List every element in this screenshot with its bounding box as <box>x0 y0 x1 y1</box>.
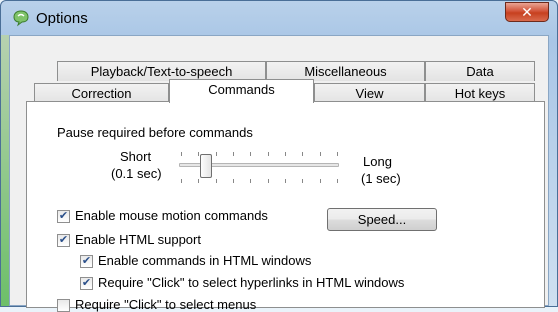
tab-miscellaneous[interactable]: Miscellaneous <box>266 61 425 81</box>
slider-tick <box>320 152 321 156</box>
speech-bubble-icon <box>13 10 29 27</box>
tab-hot-keys[interactable]: Hot keys <box>425 83 535 103</box>
short-value: (0.1 sec) <box>111 166 162 181</box>
slider-tick <box>250 152 251 156</box>
pause-label: Pause required before commands <box>57 125 253 140</box>
slider-tick <box>337 152 338 156</box>
slider-tick <box>198 179 199 183</box>
checkmark-icon: ✔ <box>81 277 92 289</box>
close-button[interactable]: ✕ <box>505 2 549 22</box>
checkmark-icon: ✔ <box>58 210 69 222</box>
checkmark-icon: ✔ <box>81 255 92 267</box>
tab-view[interactable]: View <box>314 83 425 103</box>
options-window: Options ✕ Playback/Text-to-speech Miscel… <box>0 0 558 312</box>
tab-data[interactable]: Data <box>425 61 535 81</box>
checkbox-html-support[interactable]: ✔ <box>57 234 70 247</box>
tab-commands[interactable]: Commands <box>169 79 314 103</box>
slider-tick <box>320 179 321 183</box>
tab-correction[interactable]: Correction <box>34 83 169 103</box>
long-label: Long <box>363 154 392 169</box>
checkbox-mouse-motion[interactable]: ✔ <box>57 210 70 223</box>
checkbox-require-click-menus[interactable] <box>57 299 70 312</box>
slider-tick <box>268 152 269 156</box>
slider-tick <box>302 179 303 183</box>
slider-tick <box>268 179 269 183</box>
checkbox-require-click-hyperlinks[interactable]: ✔ <box>80 277 93 290</box>
short-label: Short <box>120 149 152 164</box>
tab-playback-text-to-speech[interactable]: Playback/Text-to-speech <box>57 61 266 81</box>
speed-button[interactable]: Speed... <box>327 208 437 231</box>
label-require-click-menus: Require "Click" to select menus <box>75 297 257 312</box>
slider-tick <box>337 179 338 183</box>
slider-tick <box>285 179 286 183</box>
slider-tick <box>233 152 234 156</box>
window-border-strip <box>1 35 9 306</box>
slider-tick <box>233 179 234 183</box>
title-bar[interactable]: Options ✕ <box>1 1 557 35</box>
slider-tick <box>181 179 182 183</box>
slider-tick <box>181 152 182 156</box>
slider-tick <box>250 179 251 183</box>
label-commands-in-html: Enable commands in HTML windows <box>98 253 312 268</box>
slider-tick <box>198 152 199 156</box>
close-icon: ✕ <box>521 3 533 20</box>
slider-thumb[interactable] <box>200 154 212 178</box>
slider-tick <box>216 179 217 183</box>
label-mouse-motion: Enable mouse motion commands <box>75 208 268 223</box>
checkmark-icon: ✔ <box>58 234 69 246</box>
slider-tick <box>285 152 286 156</box>
slider-tick <box>216 152 217 156</box>
label-require-click-hyperlinks: Require "Click" to select hyperlinks in … <box>98 275 405 290</box>
long-value: (1 sec) <box>361 171 401 186</box>
checkbox-commands-in-html[interactable]: ✔ <box>80 255 93 268</box>
slider-tick <box>302 152 303 156</box>
window-title: Options <box>36 10 88 27</box>
label-html-support: Enable HTML support <box>75 232 201 247</box>
